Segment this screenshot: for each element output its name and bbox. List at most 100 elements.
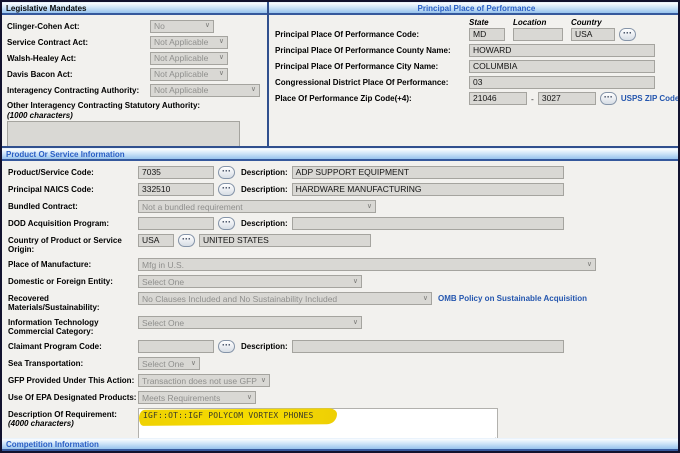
other-interagency-label: Other Interagency Contracting Statutory … (7, 101, 267, 111)
requirement-value: IGF::OT::IGF POLYCOM VORTEX PHONES (139, 409, 497, 422)
chevron-down-icon: ∨ (247, 395, 252, 401)
entity-row: Domestic or Foreign Entity: Select One ∨ (8, 275, 678, 288)
chevron-down-icon: ∨ (423, 296, 428, 302)
zip-code-row: Place Of Performance Zip Code(+4): 21046… (275, 92, 680, 105)
product-service-body: Product/Service Code: 7035 ··· Descripti… (2, 161, 678, 438)
chevron-down-icon: ∨ (205, 23, 210, 29)
dod-acquisition-row: DOD Acquisition Program: ··· Description… (8, 217, 678, 230)
legislative-mandates-body: Clinger-Cohen Act: No ∨ Service Contract… (2, 15, 267, 146)
legislative-mandates-section: Legislative Mandates Clinger-Cohen Act: … (2, 2, 269, 146)
country-field[interactable]: USA (571, 28, 615, 41)
congressional-district-field[interactable]: 03 (469, 76, 655, 89)
davis-bacon-dropdown[interactable]: Not Applicable ∨ (150, 68, 228, 81)
form-row: Interagency Contracting Authority: Not A… (7, 82, 267, 98)
entity-dropdown[interactable]: Select One ∨ (138, 275, 362, 288)
state-field[interactable]: MD (469, 28, 505, 41)
origin-lookup-button[interactable]: ··· (178, 234, 195, 247)
psc-label: Product/Service Code: (8, 166, 138, 177)
recovered-materials-row: Recovered Materials/Sustainability: No C… (8, 292, 678, 312)
gfp-row: GFP Provided Under This Action: Transact… (8, 374, 678, 387)
psc-description-field: ADP SUPPORT EQUIPMENT (292, 166, 564, 179)
clinger-cohen-label: Clinger-Cohen Act: (7, 22, 150, 31)
chevron-down-icon: ∨ (251, 87, 256, 93)
psc-field[interactable]: 7035 (138, 166, 214, 179)
bundled-contract-dropdown[interactable]: Not a bundled requirement ∨ (138, 200, 376, 213)
state-column-header: State (469, 18, 505, 27)
gfp-dropdown[interactable]: Transaction does not use GFP ∨ (138, 374, 270, 387)
dod-acquisition-field[interactable] (138, 217, 214, 230)
origin-code-field[interactable]: USA (138, 234, 174, 247)
entity-label: Domestic or Foreign Entity: (8, 275, 138, 286)
davis-bacon-label: Davis Bacon Act: (7, 70, 150, 79)
place-of-performance-body: State Location Country Principal Place O… (269, 15, 680, 108)
dropdown-value: Not a bundled requirement (142, 202, 243, 212)
chevron-down-icon: ∨ (219, 55, 224, 61)
psc-lookup-button[interactable]: ··· (218, 166, 235, 179)
other-interagency-textarea[interactable] (7, 121, 240, 146)
interagency-authority-dropdown[interactable]: Not Applicable ∨ (150, 84, 260, 97)
column-headers-row: State Location Country (275, 18, 680, 27)
location-column-header: Location (513, 18, 563, 27)
dropdown-value: Not Applicable (154, 69, 208, 79)
performance-code-lookup-button[interactable]: ··· (619, 28, 636, 41)
congressional-district-label: Congressional District Place Of Performa… (275, 78, 469, 87)
zip4-field[interactable]: 3027 (538, 92, 596, 105)
description-label: Description: (241, 185, 288, 194)
dropdown-value: Mfg in U.S. (142, 260, 184, 270)
clinger-cohen-dropdown[interactable]: No ∨ (150, 20, 214, 33)
naics-label: Principal NAICS Code: (8, 183, 138, 194)
place-of-performance-header: Principal Place of Performance (269, 2, 680, 15)
omb-policy-link[interactable]: OMB Policy on Sustainable Acquisition (438, 294, 587, 303)
description-of-requirement-row: Description Of Requirement: (4000 charac… (8, 408, 678, 438)
dropdown-value: Select One (142, 359, 184, 369)
dod-lookup-button[interactable]: ··· (218, 217, 235, 230)
form-row: Walsh-Healey Act: Not Applicable ∨ (7, 50, 267, 66)
naics-lookup-button[interactable]: ··· (218, 183, 235, 196)
performance-code-label: Principal Place Of Performance Code: (275, 30, 469, 39)
service-contract-dropdown[interactable]: Not Applicable ∨ (150, 36, 228, 49)
epa-products-row: Use Of EPA Designated Products: Meets Re… (8, 391, 678, 404)
chevron-down-icon: ∨ (219, 39, 224, 45)
country-column-header: Country (571, 18, 615, 27)
epa-products-dropdown[interactable]: Meets Requirements ∨ (138, 391, 256, 404)
recovered-materials-dropdown[interactable]: No Clauses Included and No Sustainabilit… (138, 292, 432, 305)
sea-transportation-dropdown[interactable]: Select One ∨ (138, 357, 200, 370)
claimant-label: Claimant Program Code: (8, 340, 138, 351)
naics-row: Principal NAICS Code: 332510 ··· Descrip… (8, 183, 678, 196)
form-row: Davis Bacon Act: Not Applicable ∨ (7, 66, 267, 82)
resize-handle-icon[interactable] (488, 437, 496, 438)
location-field[interactable] (513, 28, 563, 41)
walsh-healey-dropdown[interactable]: Not Applicable ∨ (150, 52, 228, 65)
dropdown-value: Not Applicable (154, 37, 208, 47)
dropdown-value: Not Applicable (154, 85, 208, 95)
chevron-down-icon: ∨ (261, 378, 266, 384)
epa-products-label: Use Of EPA Designated Products: (8, 391, 138, 402)
zip-code-label: Place Of Performance Zip Code(+4): (275, 94, 469, 103)
dropdown-value: Select One (142, 277, 184, 287)
it-category-label: Information Technology Commercial Catego… (8, 316, 138, 336)
county-field[interactable]: HOWARD (469, 44, 655, 57)
dropdown-value: No Clauses Included and No Sustainabilit… (142, 294, 337, 304)
requirement-textarea[interactable]: IGF::OT::IGF POLYCOM VORTEX PHONES (138, 408, 498, 438)
usps-zip-codes-link[interactable]: USPS ZIP Codes (621, 94, 680, 103)
gfp-label: GFP Provided Under This Action: (8, 374, 138, 385)
place-of-manufacture-row: Place of Manufacture: Mfg in U.S. ∨ (8, 258, 678, 271)
it-category-dropdown[interactable]: Select One ∨ (138, 316, 362, 329)
section-title: Competition Information (6, 440, 99, 449)
place-of-manufacture-label: Place of Manufacture: (8, 258, 138, 269)
place-of-manufacture-dropdown[interactable]: Mfg in U.S. ∨ (138, 258, 596, 271)
claimant-lookup-button[interactable]: ··· (218, 340, 235, 353)
claimant-field[interactable] (138, 340, 214, 353)
requirement-label-block: Description Of Requirement: (4000 charac… (8, 408, 138, 428)
city-field[interactable]: COLUMBIA (469, 60, 655, 73)
bundled-contract-label: Bundled Contract: (8, 200, 138, 211)
zip-lookup-button[interactable]: ··· (600, 92, 617, 105)
zip-separator: - (531, 94, 534, 104)
description-label: Description: (241, 342, 288, 351)
requirement-label: Description Of Requirement: (8, 410, 117, 419)
product-service-header: Product Or Service Information (2, 148, 678, 161)
naics-field[interactable]: 332510 (138, 183, 214, 196)
congressional-district-row: Congressional District Place Of Performa… (275, 76, 680, 89)
dod-description-field (292, 217, 564, 230)
zip-field[interactable]: 21046 (469, 92, 527, 105)
